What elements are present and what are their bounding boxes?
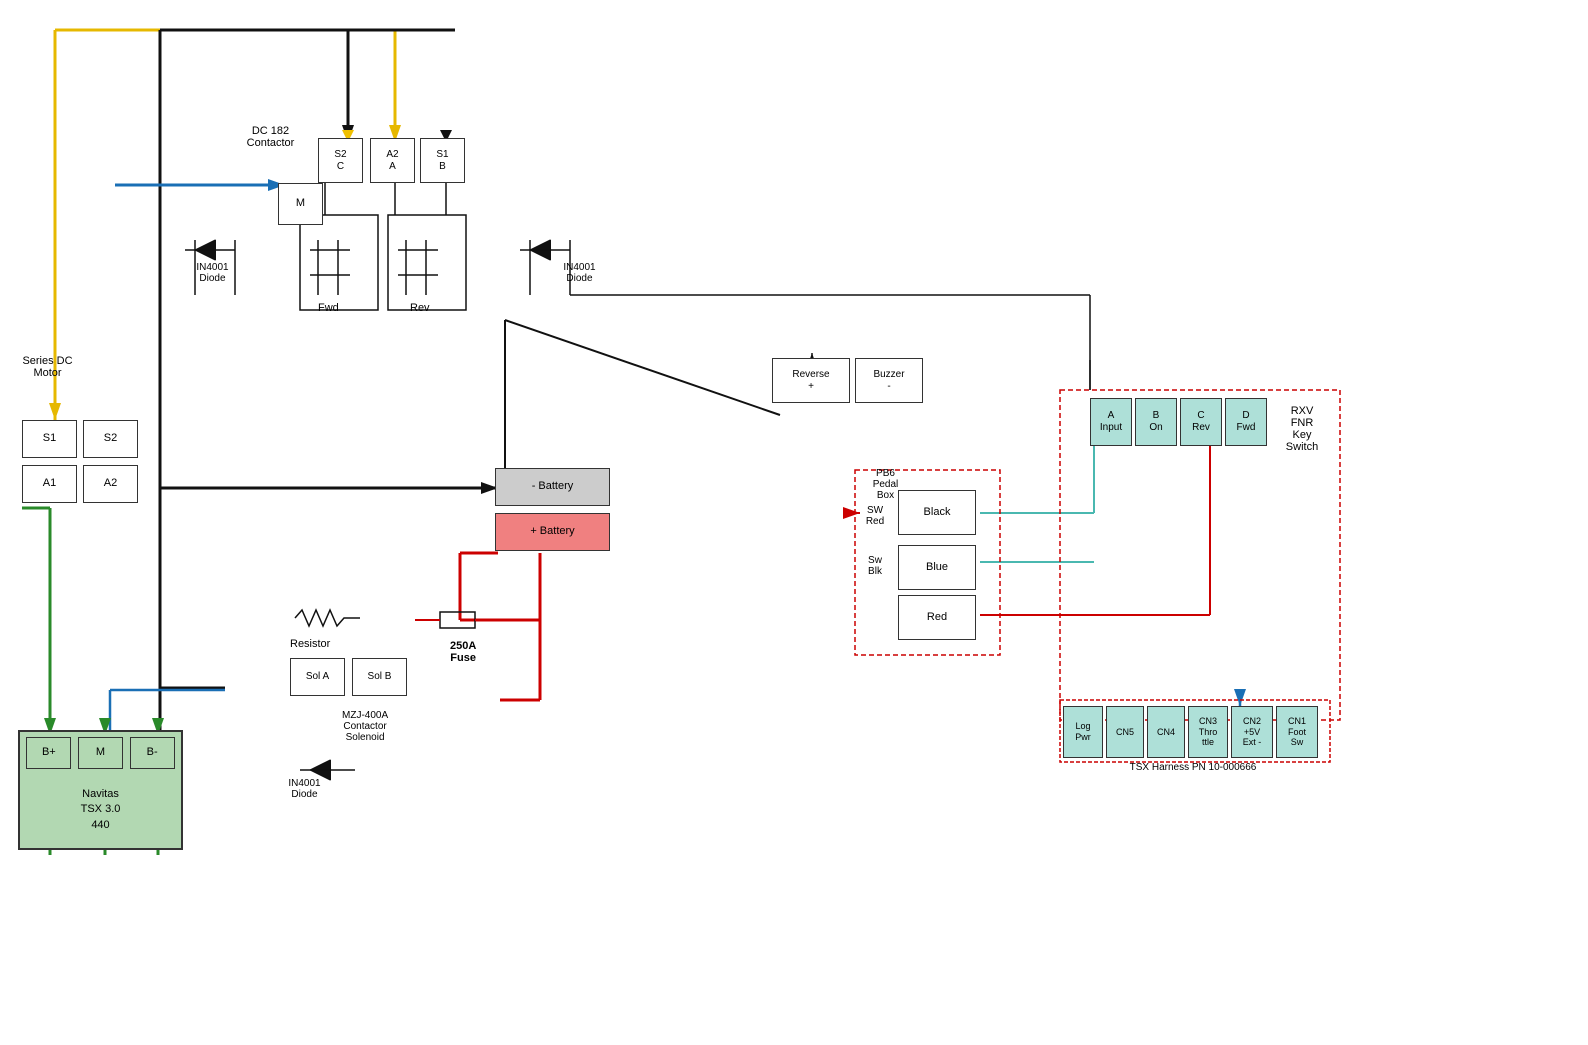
cn5-box: CN5	[1106, 706, 1144, 758]
resistor-label: Resistor	[290, 638, 330, 650]
rxv-fnr-label: RXVFNRKeySwitch	[1272, 405, 1332, 453]
s2-box: S2	[83, 420, 138, 458]
black-box: Black	[898, 490, 976, 535]
buzzer-box: Buzzer-	[855, 358, 923, 403]
rxv-c-box: CRev	[1180, 398, 1222, 446]
blue-box: Blue	[898, 545, 976, 590]
fuse-250a-label: 250AFuse	[450, 640, 476, 664]
fwd-label: Fwd	[318, 302, 339, 314]
cn4-box: CN4	[1147, 706, 1185, 758]
s2c-box: S2C	[318, 138, 363, 183]
log-pwr-box: LogPwr	[1063, 706, 1103, 758]
sol-b-box: Sol B	[352, 658, 407, 696]
s1-box: S1	[22, 420, 77, 458]
a2-box: A2	[83, 465, 138, 503]
dc182-label: DC 182Contactor	[228, 125, 313, 149]
sol-a-box: Sol A	[290, 658, 345, 696]
neg-battery-box: - Battery	[495, 468, 610, 506]
sw-blk-label: SwBlk	[855, 555, 895, 577]
rxv-b-box: BOn	[1135, 398, 1177, 446]
m-contactor-box: M	[278, 183, 323, 225]
a1-box: A1	[22, 465, 77, 503]
sw-red-label: SWRed	[855, 505, 895, 527]
in4001-diode-b-label: IN4001Diode	[272, 778, 337, 800]
rxv-a-box: AInput	[1090, 398, 1132, 446]
bminus-box: B-	[130, 737, 175, 769]
tsx-harness-label: TSX Harness PN 10-000666	[1063, 762, 1323, 773]
rxv-d-box: DFwd	[1225, 398, 1267, 446]
series-dc-motor-label: Series DC Motor	[15, 355, 80, 379]
rev-label: Rev	[410, 302, 430, 314]
s1b-box: S1B	[420, 138, 465, 183]
bplus-box: B+	[26, 737, 71, 769]
mzj-label: MZJ-400AContactorSolenoid	[342, 710, 388, 743]
pos-battery-box: + Battery	[495, 513, 610, 551]
reverse-box: Reverse+	[772, 358, 850, 403]
in4001-diode-tl-label: IN4001Diode	[185, 262, 240, 284]
cn1-box: CN1FootSw	[1276, 706, 1318, 758]
navitas-label: NavitasTSX 3.0440	[20, 787, 181, 833]
navitas-controller: B+ M B- NavitasTSX 3.0440	[18, 730, 183, 850]
in4001-diode-tr-label: IN4001Diode	[552, 262, 607, 284]
m-nav-box: M	[78, 737, 123, 769]
red-box: Red	[898, 595, 976, 640]
cn2-box: CN2+5VExt -	[1231, 706, 1273, 758]
cn3-box: CN3Throttle	[1188, 706, 1228, 758]
a2a-box: A2A	[370, 138, 415, 183]
